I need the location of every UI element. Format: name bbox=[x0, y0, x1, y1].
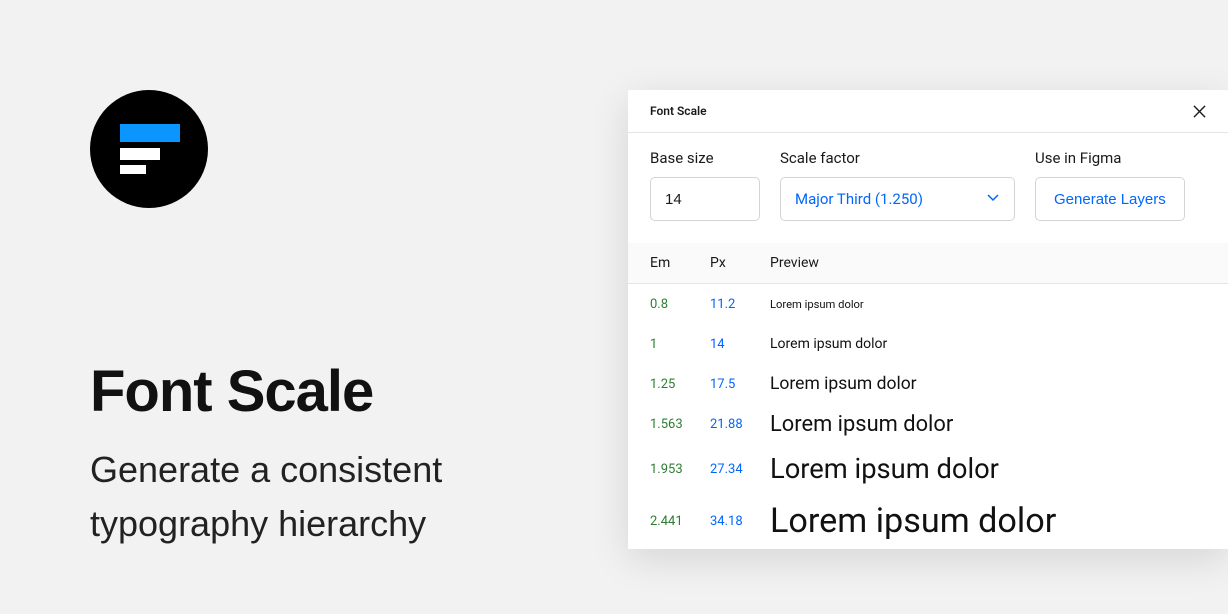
generate-layers-button[interactable]: Generate Layers bbox=[1035, 177, 1185, 221]
px-value: 11.2 bbox=[710, 297, 770, 312]
col-header-em: Em bbox=[650, 255, 710, 271]
col-header-px: Px bbox=[710, 255, 770, 271]
plugin-header: Font Scale bbox=[628, 90, 1228, 133]
base-size-group: Base size bbox=[650, 149, 760, 221]
table-row: 114Lorem ipsum dolor bbox=[628, 324, 1228, 364]
app-logo bbox=[90, 90, 208, 208]
scale-factor-label: Scale factor bbox=[780, 149, 1015, 167]
px-value: 27.34 bbox=[710, 462, 770, 477]
chevron-down-icon bbox=[986, 190, 1000, 208]
table-row: 1.2517.5Lorem ipsum dolor bbox=[628, 364, 1228, 404]
figma-group: Use in Figma Generate Layers bbox=[1035, 149, 1185, 221]
controls-row: Base size Scale factor Major Third (1.25… bbox=[628, 133, 1228, 243]
hero-subtitle: Generate a consistent typography hierarc… bbox=[90, 443, 590, 551]
preview-text: Lorem ipsum dolor bbox=[770, 501, 1206, 541]
px-value: 21.88 bbox=[710, 417, 770, 432]
px-value: 34.18 bbox=[710, 514, 770, 529]
preview-text: Lorem ipsum dolor bbox=[770, 453, 1206, 485]
scale-table: Em Px Preview 0.811.2Lorem ipsum dolor11… bbox=[628, 243, 1228, 549]
table-row: 2.44134.18Lorem ipsum dolor bbox=[628, 493, 1228, 549]
plugin-window: Font Scale Base size Scale factor Major … bbox=[628, 90, 1228, 549]
em-value: 1.563 bbox=[650, 417, 710, 432]
table-row: 1.56321.88Lorem ipsum dolor bbox=[628, 404, 1228, 445]
col-header-preview: Preview bbox=[770, 255, 1206, 271]
em-value: 1.953 bbox=[650, 462, 710, 477]
table-header: Em Px Preview bbox=[628, 243, 1228, 284]
preview-text: Lorem ipsum dolor bbox=[770, 298, 1206, 311]
scale-factor-value: Major Third (1.250) bbox=[795, 190, 923, 208]
px-value: 14 bbox=[710, 337, 770, 352]
em-value: 1.25 bbox=[650, 377, 710, 392]
hero-panel: Font Scale Generate a consistent typogra… bbox=[90, 90, 590, 551]
em-value: 2.441 bbox=[650, 514, 710, 529]
em-value: 1 bbox=[650, 337, 710, 352]
plugin-title: Font Scale bbox=[650, 104, 707, 118]
preview-text: Lorem ipsum dolor bbox=[770, 412, 1206, 437]
px-value: 17.5 bbox=[710, 377, 770, 392]
close-icon[interactable] bbox=[1193, 105, 1206, 118]
figma-label: Use in Figma bbox=[1035, 149, 1185, 167]
scale-factor-group: Scale factor Major Third (1.250) bbox=[780, 149, 1015, 221]
table-row: 0.811.2Lorem ipsum dolor bbox=[628, 284, 1228, 324]
em-value: 0.8 bbox=[650, 297, 710, 312]
base-size-input[interactable] bbox=[650, 177, 760, 221]
preview-text: Lorem ipsum dolor bbox=[770, 336, 1206, 352]
base-size-label: Base size bbox=[650, 149, 760, 167]
table-row: 1.95327.34Lorem ipsum dolor bbox=[628, 445, 1228, 493]
preview-text: Lorem ipsum dolor bbox=[770, 374, 1206, 394]
scale-factor-select[interactable]: Major Third (1.250) bbox=[780, 177, 1015, 221]
hero-title: Font Scale bbox=[90, 358, 590, 425]
